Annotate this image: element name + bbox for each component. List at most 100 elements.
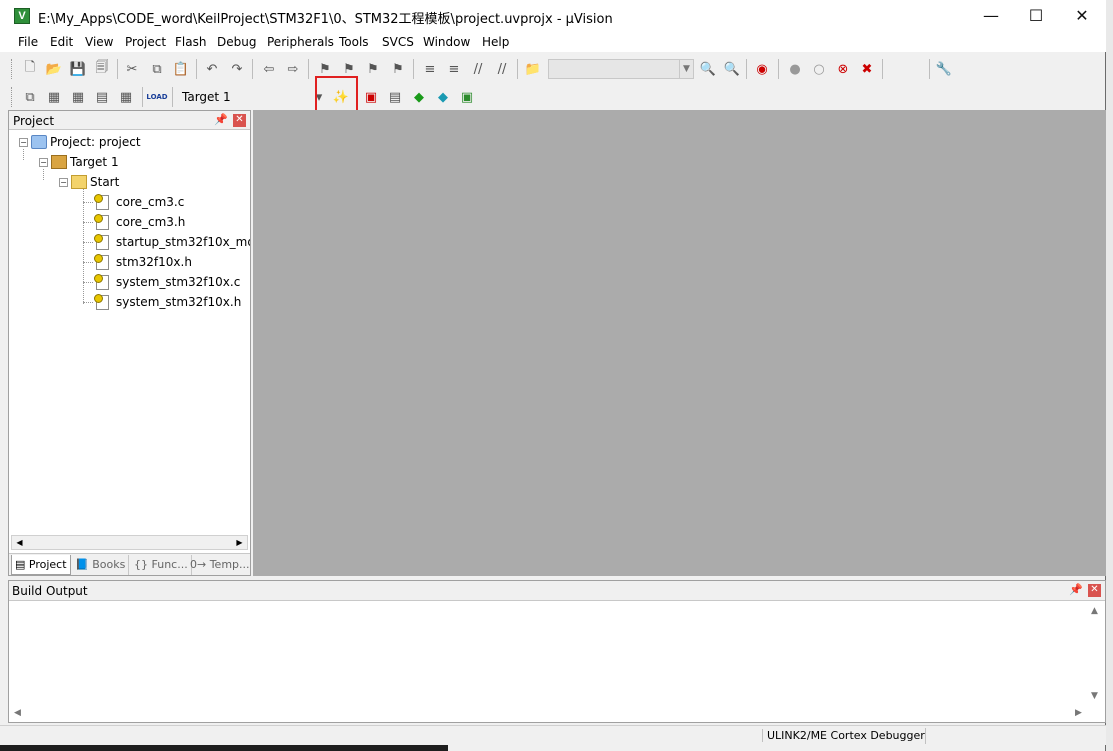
- file-label: core_cm3.c: [116, 195, 185, 209]
- build-icon[interactable]: ▦: [44, 87, 64, 107]
- tree-node-group-start[interactable]: − Start: [59, 173, 119, 191]
- batch-build-icon[interactable]: ▤: [92, 87, 112, 107]
- collapse-icon[interactable]: −: [19, 137, 28, 147]
- breakpoint-enable-icon[interactable]: ○: [809, 59, 829, 79]
- menu-peripherals[interactable]: Peripherals: [267, 35, 334, 49]
- tree-node-file[interactable]: core_cm3.c: [83, 193, 184, 211]
- menu-help[interactable]: Help: [482, 35, 509, 49]
- menu-view[interactable]: View: [85, 35, 113, 49]
- menu-flash[interactable]: Flash: [175, 35, 206, 49]
- tab-functions[interactable]: {} Func...: [131, 555, 192, 575]
- scroll-left-icon[interactable]: ◀: [12, 536, 27, 549]
- books-icon: 📘: [75, 558, 93, 571]
- tab-books[interactable]: 📘 Books: [72, 555, 130, 575]
- find-in-files-icon[interactable]: 📁: [523, 59, 543, 79]
- start-debug-icon[interactable]: ◉: [752, 59, 772, 79]
- file-toolbar: 🗋 📂 💾 🗐 ✂ ⧉ 📋 ↶ ↷ ⇦ ⇨ ⚑ ⚑ ⚑ ⚑ ≡ ≡ // // …: [0, 55, 960, 136]
- manage-run-time-environment-icon[interactable]: ◆: [409, 87, 429, 107]
- indent-icon[interactable]: ≡: [420, 59, 440, 79]
- tab-templates[interactable]: 0→ Temp...: [187, 555, 253, 575]
- tree-node-file[interactable]: system_stm32f10x.h: [83, 293, 241, 311]
- stop-build-icon[interactable]: ▦: [116, 87, 136, 107]
- comment-icon[interactable]: //: [468, 59, 488, 79]
- menu-file[interactable]: File: [18, 35, 38, 49]
- open-folder-icon[interactable]: 📂: [44, 59, 64, 79]
- tab-project[interactable]: ▤ Project: [11, 555, 71, 575]
- horizontal-scrollbar[interactable]: ◀ ▶: [11, 535, 248, 550]
- project-panel-title: Project: [13, 114, 55, 128]
- toolbar-grip[interactable]: [11, 87, 14, 107]
- minimize-button[interactable]: —: [968, 0, 1014, 32]
- tree-node-label: Project: project: [50, 135, 141, 149]
- uncomment-icon[interactable]: //: [492, 59, 512, 79]
- rebuild-icon[interactable]: ▦: [68, 87, 88, 107]
- device-database-icon[interactable]: ▣: [457, 87, 477, 107]
- scroll-left-icon[interactable]: ◀: [14, 708, 21, 718]
- build-toolbar: ⧉ ▦ ▦ ▤ ▦ LOAD Target 1 ▾ ✨ ▣ ▤ ◆ ◆ ▣: [0, 83, 484, 111]
- tree-node-project[interactable]: − Project: project: [19, 133, 141, 151]
- download-load-icon[interactable]: LOAD: [146, 87, 167, 107]
- pack-installer-icon[interactable]: ◆: [433, 87, 453, 107]
- new-file-icon[interactable]: 🗋: [20, 59, 40, 79]
- editor-area[interactable]: [253, 110, 1106, 576]
- bookmark-clear-icon[interactable]: ⚑: [388, 59, 408, 79]
- target-select[interactable]: Target 1: [178, 88, 306, 107]
- navigate-back-icon[interactable]: ⇦: [259, 59, 279, 79]
- collapse-icon[interactable]: −: [39, 157, 48, 167]
- scroll-down-icon[interactable]: ▼: [1091, 691, 1098, 701]
- source-file-icon: [94, 193, 109, 210]
- tree-node-target[interactable]: − Target 1: [39, 153, 119, 171]
- tree-node-file[interactable]: core_cm3.h: [83, 213, 185, 231]
- bookmark-next-icon[interactable]: ⚑: [363, 59, 383, 79]
- menu-window[interactable]: Window: [423, 35, 470, 49]
- header-file-icon: [94, 213, 109, 230]
- breakpoint-insert-icon[interactable]: ●: [785, 59, 805, 79]
- build-output-header: Build Output 📌 ✕: [9, 581, 1105, 601]
- find-icon[interactable]: 🔍: [698, 59, 718, 79]
- manage-project-items-icon[interactable]: ▣: [361, 87, 381, 107]
- panel-close-icon[interactable]: ✕: [233, 114, 246, 127]
- scroll-right-icon[interactable]: ▶: [1075, 708, 1082, 718]
- tree-node-file[interactable]: stm32f10x.h: [83, 253, 192, 271]
- copy-icon[interactable]: ⧉: [147, 59, 167, 79]
- chevron-down-icon[interactable]: ▼: [679, 60, 693, 78]
- paste-icon[interactable]: 📋: [171, 59, 191, 79]
- pin-icon[interactable]: 📌: [214, 113, 228, 126]
- menu-svcs[interactable]: SVCS: [382, 35, 414, 49]
- unindent-icon[interactable]: ≡: [444, 59, 464, 79]
- toolbar-separator: [929, 59, 930, 79]
- background-window-edge: [1106, 0, 1113, 751]
- save-icon[interactable]: 💾: [68, 59, 88, 79]
- translate-icon[interactable]: ⧉: [20, 87, 40, 107]
- incremental-find-icon[interactable]: 🔍: [722, 59, 742, 79]
- scroll-up-icon[interactable]: ▲: [1091, 606, 1098, 616]
- tree-line: [83, 301, 93, 303]
- tree-line: [83, 241, 93, 243]
- menu-project[interactable]: Project: [125, 35, 166, 49]
- cut-icon[interactable]: ✂: [122, 59, 142, 79]
- undo-icon[interactable]: ↶: [202, 59, 222, 79]
- find-combo[interactable]: ▼: [548, 59, 694, 79]
- menu-debug[interactable]: Debug: [217, 35, 256, 49]
- breakpoint-disable-all-icon[interactable]: ⊗: [833, 59, 853, 79]
- toolbar-separator: [196, 59, 197, 79]
- toolbar-separator: [517, 59, 518, 79]
- tree-node-file[interactable]: startup_stm32f10x_md.s: [83, 233, 250, 251]
- breakpoint-kill-all-icon[interactable]: ✖: [857, 59, 877, 79]
- tree-node-file[interactable]: system_stm32f10x.c: [83, 273, 240, 291]
- scroll-right-icon[interactable]: ▶: [232, 536, 247, 549]
- configuration-wrench-icon[interactable]: 🔧: [934, 59, 954, 79]
- close-button[interactable]: ✕: [1059, 0, 1105, 32]
- pin-icon[interactable]: 📌: [1069, 583, 1083, 596]
- collapse-icon[interactable]: −: [59, 177, 68, 187]
- select-software-packs-icon[interactable]: ▤: [385, 87, 405, 107]
- redo-icon[interactable]: ↷: [227, 59, 247, 79]
- toolbar-grip[interactable]: [11, 59, 14, 79]
- maximize-button[interactable]: ☐: [1013, 0, 1059, 32]
- navigate-forward-icon[interactable]: ⇨: [283, 59, 303, 79]
- menu-edit[interactable]: Edit: [50, 35, 73, 49]
- menu-tools[interactable]: Tools: [339, 35, 369, 49]
- project-panel: Project 📌 ✕ − Project: project − Target …: [8, 110, 251, 576]
- panel-close-icon[interactable]: ✕: [1088, 584, 1101, 597]
- save-all-icon[interactable]: 🗐: [92, 59, 112, 79]
